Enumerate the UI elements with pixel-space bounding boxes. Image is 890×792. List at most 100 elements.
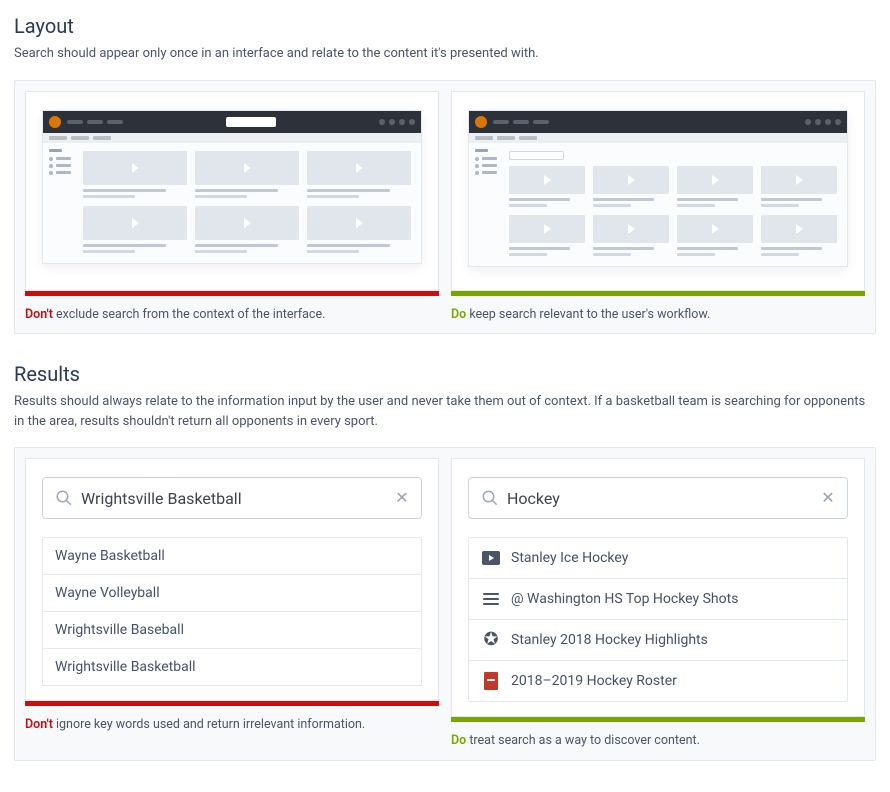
mock-card xyxy=(761,215,837,256)
mock-tab xyxy=(71,136,89,140)
dont-bar xyxy=(25,701,439,706)
results-dont-column: Wrightsville Basketball ✕ Wayne Basketba… xyxy=(25,458,439,750)
list-item-label: Stanley 2018 Hockey Highlights xyxy=(511,632,708,648)
results-do-card: Hockey ✕ Stanley Ice Hockey @ Washington… xyxy=(451,458,865,717)
do-label: Do xyxy=(451,307,466,322)
search-query-text: Wrightsville Basketball xyxy=(81,489,387,508)
star-icon: ✪ xyxy=(481,630,501,650)
layout-heading: Layout xyxy=(14,14,876,38)
layout-description: Search should appear only once in an int… xyxy=(14,44,876,64)
results-dont-caption: Don't ignore key words used and return i… xyxy=(25,716,439,734)
list-item-label: Wayne Basketball xyxy=(55,548,165,564)
do-caption-text: keep search relevant to the user's workf… xyxy=(466,307,710,322)
search-input[interactable]: Wrightsville Basketball ✕ xyxy=(42,477,422,519)
mock-sidebar xyxy=(43,143,77,263)
mock-body xyxy=(469,143,847,266)
mock-card xyxy=(677,215,753,256)
list-item-label: Wrightsville Baseball xyxy=(55,622,184,638)
mock-topbar-dot xyxy=(825,119,831,125)
mock-card-grid xyxy=(509,166,837,256)
list-item-label: @ Washington HS Top Hockey Shots xyxy=(511,591,738,607)
mock-card xyxy=(83,206,187,253)
mock-nav-pill xyxy=(107,120,123,124)
mock-body xyxy=(43,143,421,263)
results-do-caption: Do treat search as a way to discover con… xyxy=(451,732,865,750)
results-list: Stanley Ice Hockey @ Washington HS Top H… xyxy=(468,537,848,702)
clear-icon[interactable]: ✕ xyxy=(395,491,409,505)
list-item[interactable]: Wayne Basketball xyxy=(43,538,421,574)
video-icon xyxy=(481,548,501,568)
mock-card xyxy=(509,166,585,207)
mock-tab xyxy=(93,136,111,140)
results-list: Wayne Basketball Wayne Volleyball Wright… xyxy=(42,537,422,686)
do-caption-text: treat search as a way to discover conten… xyxy=(466,733,700,748)
mock-topbar-dot xyxy=(815,119,821,125)
list-item-label: Stanley Ice Hockey xyxy=(511,550,628,566)
search-icon xyxy=(481,489,499,507)
mock-main xyxy=(77,143,421,263)
mock-card xyxy=(307,206,411,253)
mock-topbar-dot xyxy=(409,119,415,125)
list-icon xyxy=(481,589,501,609)
dont-caption-text: exclude search from the context of the i… xyxy=(53,307,326,322)
clear-icon[interactable]: ✕ xyxy=(821,491,835,505)
mock-main xyxy=(503,143,847,266)
mock-card xyxy=(307,151,411,198)
dont-caption-text: ignore key words used and return irrelev… xyxy=(53,717,365,732)
do-bar xyxy=(451,717,865,722)
mock-topbar xyxy=(43,111,421,133)
list-item[interactable]: 2018–2019 Hockey Roster xyxy=(469,660,847,701)
dont-label: Don't xyxy=(25,717,53,732)
layout-dont-card xyxy=(25,91,439,291)
results-dont-card: Wrightsville Basketball ✕ Wayne Basketba… xyxy=(25,458,439,701)
mock-topbar-dot xyxy=(399,119,405,125)
mock-tabs xyxy=(43,133,421,143)
list-item[interactable]: ✪ Stanley 2018 Hockey Highlights xyxy=(469,619,847,660)
mock-card xyxy=(195,151,299,198)
search-input[interactable]: Hockey ✕ xyxy=(468,477,848,519)
mock-logo-icon xyxy=(49,116,61,128)
do-bar xyxy=(451,291,865,296)
list-item[interactable]: @ Washington HS Top Hockey Shots xyxy=(469,578,847,619)
mock-tab xyxy=(519,136,537,140)
mock-card xyxy=(677,166,753,207)
mock-nav-pill xyxy=(493,120,509,124)
list-item[interactable]: Wrightsville Baseball xyxy=(43,611,421,648)
mock-nav-pill xyxy=(533,120,549,124)
mock-contextual-search xyxy=(509,151,564,160)
mock-card xyxy=(593,166,669,207)
mock-tab xyxy=(475,136,493,140)
dont-label: Don't xyxy=(25,307,53,322)
mock-nav-pill xyxy=(87,120,103,124)
list-item-label: Wayne Volleyball xyxy=(55,585,160,601)
mock-card-grid xyxy=(83,151,411,253)
results-examples-row: Wrightsville Basketball ✕ Wayne Basketba… xyxy=(14,447,876,761)
do-label: Do xyxy=(451,733,466,748)
layout-do-column: Do keep search relevant to the user's wo… xyxy=(451,91,865,324)
results-section: Results Results should always relate to … xyxy=(14,362,876,761)
layout-do-card xyxy=(451,91,865,291)
dont-bar xyxy=(25,291,439,296)
mock-card xyxy=(509,215,585,256)
search-query-text: Hockey xyxy=(507,489,813,508)
list-item-label: 2018–2019 Hockey Roster xyxy=(511,673,677,689)
mock-browser-do xyxy=(468,110,848,267)
mock-tab xyxy=(497,136,515,140)
mock-tabs xyxy=(469,133,847,143)
results-heading: Results xyxy=(14,362,876,386)
layout-dont-column: Don't exclude search from the context of… xyxy=(25,91,439,324)
mock-topbar-dot xyxy=(805,119,811,125)
list-item[interactable]: Stanley Ice Hockey xyxy=(469,538,847,578)
list-item[interactable]: Wrightsville Basketball xyxy=(43,648,421,685)
mock-card xyxy=(761,166,837,207)
mock-topbar-dot xyxy=(835,119,841,125)
mock-logo-icon xyxy=(475,116,487,128)
mock-topbar-dot xyxy=(389,119,395,125)
layout-do-caption: Do keep search relevant to the user's wo… xyxy=(451,306,865,324)
mock-sidebar xyxy=(469,143,503,266)
mock-card xyxy=(593,215,669,256)
list-item-label: Wrightsville Basketball xyxy=(55,659,196,675)
layout-examples-row: Don't exclude search from the context of… xyxy=(14,80,876,335)
list-item[interactable]: Wayne Volleyball xyxy=(43,574,421,611)
mock-browser-dont xyxy=(42,110,422,264)
